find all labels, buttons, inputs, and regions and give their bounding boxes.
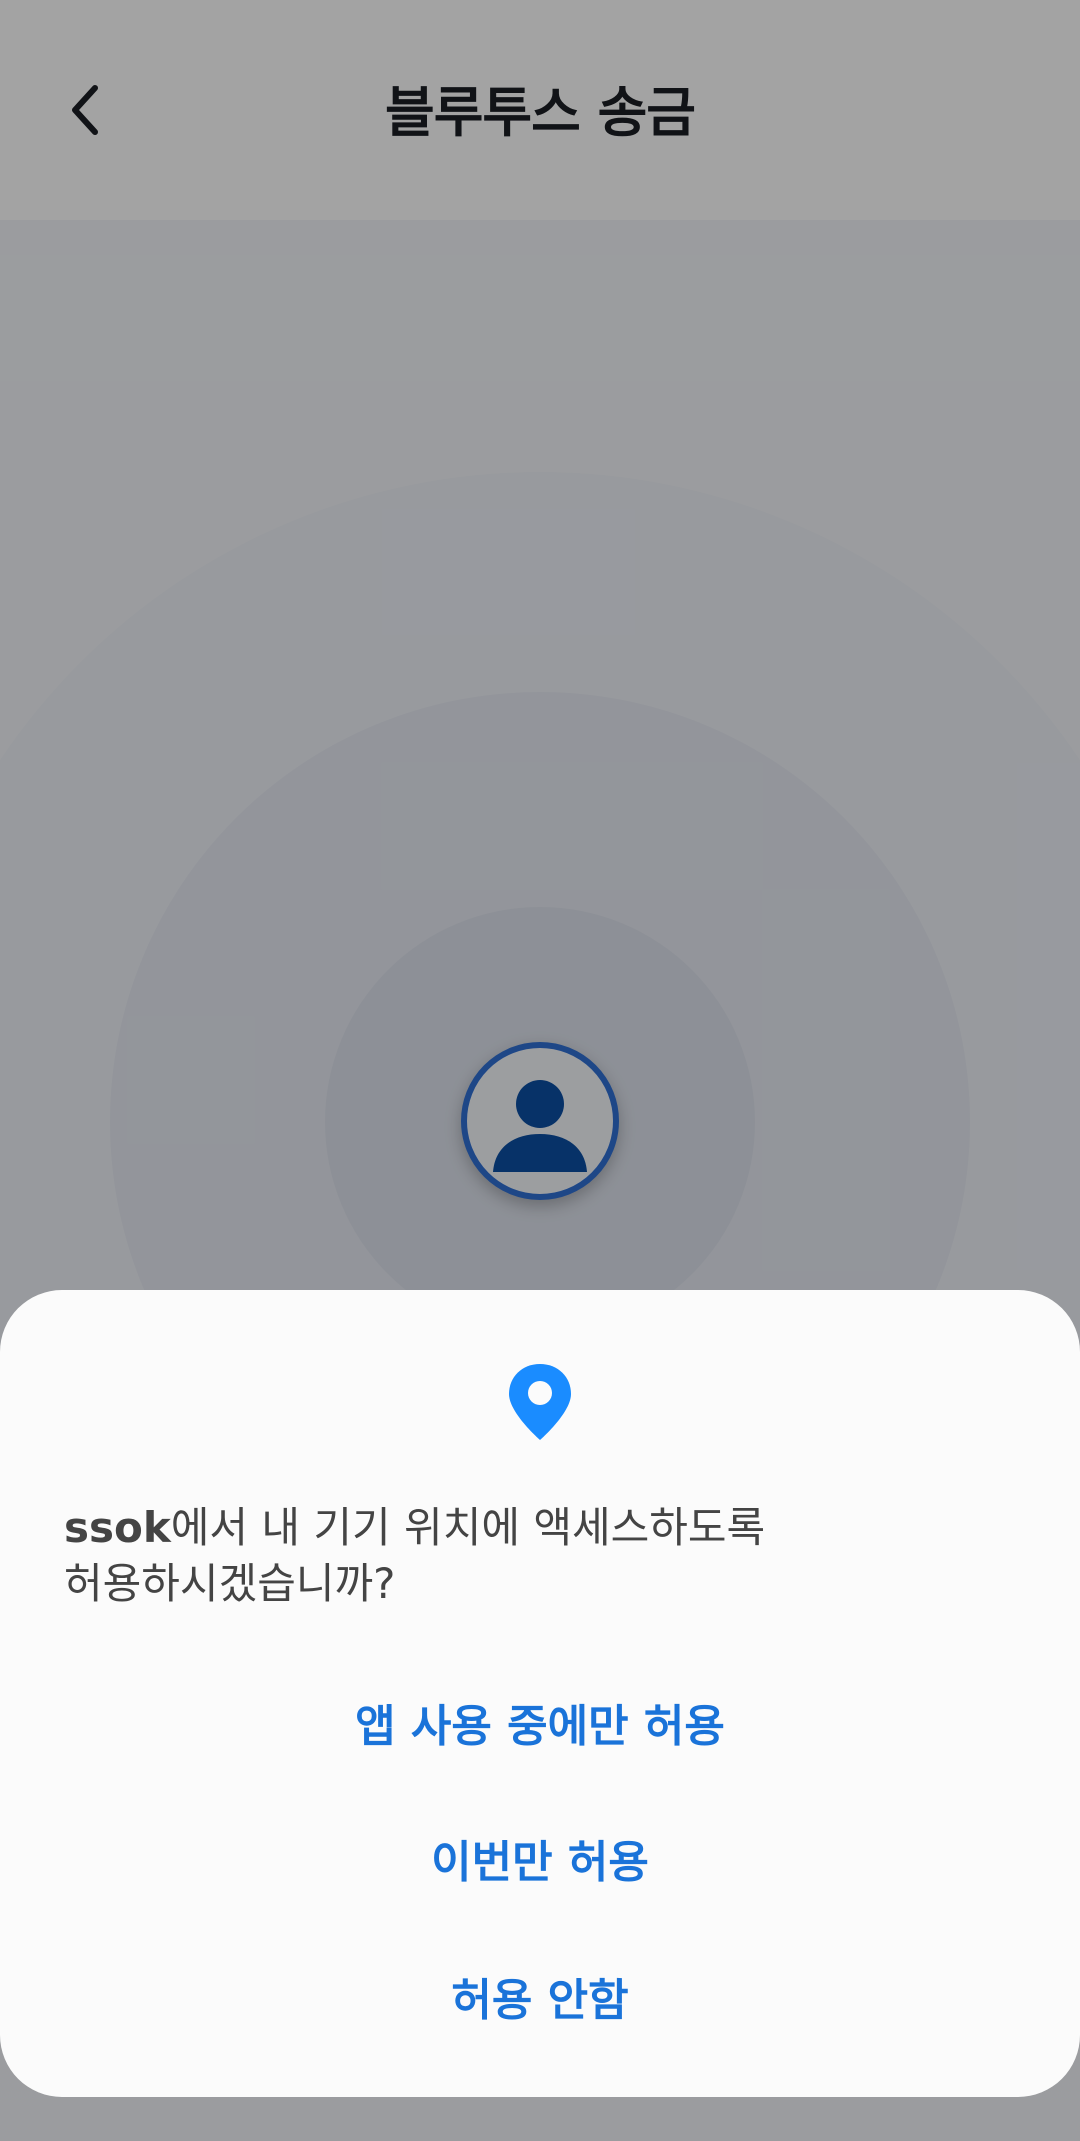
allow-only-this-time-button[interactable]: 이번만 허용 bbox=[64, 1798, 1016, 1918]
screen: 블루투스 송금 ssok에서 내 기기 위치에 액세스하도록 허용하시겠습니까?… bbox=[0, 0, 1080, 2141]
app-name: ssok bbox=[64, 1503, 171, 1552]
deny-button[interactable]: 허용 안함 bbox=[64, 1936, 1016, 2056]
location-pin-icon bbox=[505, 1360, 575, 1448]
permission-message: ssok에서 내 기기 위치에 액세스하도록 허용하시겠습니까? bbox=[64, 1500, 1014, 1612]
message-line2-text: 허용하시겠습니까? bbox=[64, 1559, 396, 1608]
allow-while-using-app-button[interactable]: 앱 사용 중에만 허용 bbox=[64, 1662, 1016, 1782]
message-line1-text: 에서 내 기기 위치에 액세스하도록 bbox=[170, 1503, 766, 1552]
location-permission-dialog: ssok에서 내 기기 위치에 액세스하도록 허용하시겠습니까? 앱 사용 중에… bbox=[0, 1290, 1080, 2097]
